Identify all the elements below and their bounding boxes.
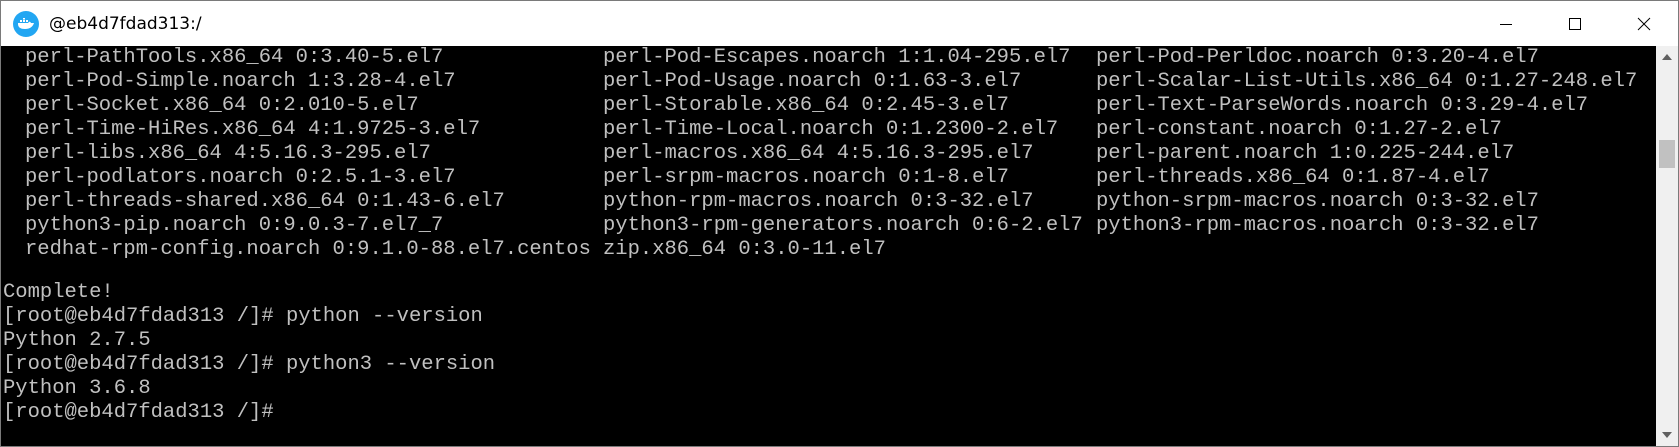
scroll-up-button[interactable]: [1656, 46, 1678, 68]
package-entry: perl-Scalar-List-Utils.x86_64 0:1.27-248…: [1096, 70, 1638, 93]
console-lines: Complete! [root@eb4d7fdad313 /]# python -…: [3, 281, 495, 425]
window-title: @eb4d7fdad313:/: [49, 13, 202, 34]
package-entry: zip.x86_64 0:3.0-11.el7: [603, 238, 886, 261]
package-entry: perl-Text-ParseWords.noarch 0:3.29-4.el7: [1096, 94, 1589, 117]
console-line: [root@eb4d7fdad313 /]# python3 --version: [3, 353, 496, 376]
scroll-thumb[interactable]: [1659, 140, 1675, 169]
package-entry: perl-Time-HiRes.x86_64 4:1.9725-3.el7: [25, 118, 481, 141]
package-list: perl-PathTools.x86_64 0:3.40-5.el7 perl-P…: [25, 46, 1638, 262]
maximize-button[interactable]: [1540, 1, 1609, 46]
minimize-button[interactable]: [1471, 1, 1540, 46]
package-entry: perl-Pod-Usage.noarch 0:1.63-3.el7: [603, 70, 1022, 93]
package-entry: python-srpm-macros.noarch 0:3-32.el7: [1096, 190, 1539, 213]
package-entry: redhat-rpm-config.noarch 0:9.1.0-88.el7.…: [25, 238, 591, 261]
whale-glyph: [18, 17, 34, 29]
title-bar[interactable]: @eb4d7fdad313:/: [1, 1, 1678, 46]
close-icon: [1637, 17, 1650, 30]
package-entry: perl-parent.noarch 1:0.225-244.el7: [1096, 142, 1515, 165]
package-entry: python3-rpm-macros.noarch 0:3-32.el7: [1096, 214, 1539, 237]
package-entry: perl-Storable.x86_64 0:2.45-3.el7: [603, 94, 1009, 117]
package-entry: perl-Pod-Perldoc.noarch 0:3.20-4.el7: [1096, 46, 1539, 69]
package-entry: perl-Pod-Escapes.noarch 1:1.04-295.el7: [603, 46, 1071, 69]
terminal-output[interactable]: perl-PathTools.x86_64 0:3.40-5.el7 perl-P…: [1, 46, 1656, 446]
package-entry: perl-Pod-Simple.noarch 1:3.28-4.el7: [25, 70, 456, 93]
package-entry: perl-macros.x86_64 4:5.16.3-295.el7: [603, 142, 1034, 165]
package-entry: perl-srpm-macros.noarch 0:1-8.el7: [603, 166, 1009, 189]
package-entry: python3-rpm-generators.noarch 0:6-2.el7: [603, 214, 1083, 237]
window-controls: [1471, 1, 1678, 46]
docker-whale-icon: [13, 10, 39, 37]
package-entry: perl-threads.x86_64 0:1.87-4.el7: [1096, 166, 1490, 189]
minimize-icon: [1499, 23, 1512, 25]
scroll-down-icon: [1662, 432, 1672, 438]
package-entry: python3-pip.noarch 0:9.0.3-7.el7_7: [25, 214, 444, 237]
package-entry: python-rpm-macros.noarch 0:3-32.el7: [603, 190, 1034, 213]
vertical-scrollbar[interactable]: [1656, 46, 1678, 446]
maximize-icon: [1568, 17, 1581, 30]
shell-prompt: [root@eb4d7fdad313 /]#: [3, 401, 274, 424]
package-entry: [1096, 238, 1616, 262]
package-entry: perl-PathTools.x86_64 0:3.40-5.el7: [25, 46, 444, 69]
scroll-down-button[interactable]: [1656, 424, 1678, 446]
package-entry: perl-Socket.x86_64 0:2.010-5.el7: [25, 94, 419, 117]
console-line: Python 2.7.5: [3, 329, 151, 352]
scroll-up-icon: [1662, 54, 1672, 60]
terminal-window: @eb4d7fdad313:/ perl-PathTools.x86_64 0:…: [0, 0, 1679, 447]
console-line: Complete!: [3, 281, 114, 304]
console-line: [root@eb4d7fdad313 /]# python --version: [3, 305, 483, 328]
package-entry: perl-threads-shared.x86_64 0:1.43-6.el7: [25, 190, 505, 213]
package-entry: perl-constant.noarch 0:1.27-2.el7: [1096, 118, 1502, 141]
package-entry: perl-libs.x86_64 4:5.16.3-295.el7: [25, 142, 431, 165]
close-button[interactable]: [1609, 1, 1678, 46]
console-line: Python 3.6.8: [3, 377, 151, 400]
package-entry: perl-Time-Local.noarch 0:1.2300-2.el7: [603, 118, 1059, 141]
package-entry: perl-podlators.noarch 0:2.5.1-3.el7: [25, 166, 456, 189]
